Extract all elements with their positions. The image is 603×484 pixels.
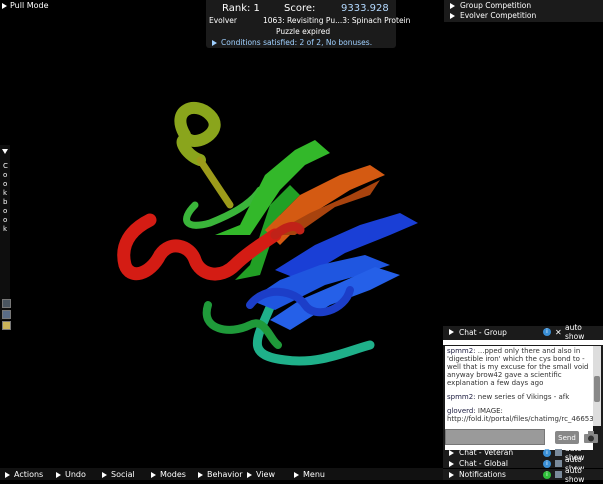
behavior-menu[interactable]: Behavior	[198, 470, 243, 479]
expand-arrow-icon	[449, 460, 454, 467]
evolver-competition-toggle[interactable]: Evolver Competition	[450, 11, 536, 20]
recipe-icon[interactable]	[2, 299, 11, 308]
rank-text: Rank: 1	[222, 3, 260, 14]
info-icon[interactable]: i	[543, 328, 551, 336]
info-icon[interactable]: i	[543, 459, 551, 468]
helix-olive	[174, 102, 221, 166]
chat-header[interactable]: Chat - Group i ✕ auto show	[443, 323, 603, 341]
pull-mode-toggle[interactable]: Pull Mode	[2, 1, 49, 10]
channel-label: Chat - Global	[459, 459, 508, 468]
puzzle-status: Puzzle expired	[276, 27, 331, 36]
score-label: Score:	[284, 3, 316, 14]
auto-show-label: auto show	[565, 323, 585, 341]
expand-arrow-icon	[2, 2, 7, 9]
menu-label: View	[256, 470, 275, 479]
channel-notifications[interactable]: Notifications i auto show	[443, 466, 603, 484]
actions-menu[interactable]: Actions	[5, 470, 43, 479]
scrollbar-thumb[interactable]	[594, 376, 600, 402]
note-icon[interactable]	[2, 321, 11, 330]
menu-label: Modes	[160, 470, 186, 479]
protein-structure[interactable]	[100, 95, 430, 385]
menu-label: Social	[111, 470, 135, 479]
menu-label: Undo	[65, 470, 86, 479]
close-icon[interactable]: ✕	[555, 328, 562, 336]
undo-menu[interactable]: Undo	[56, 470, 86, 479]
social-menu[interactable]: Social	[102, 470, 135, 479]
expand-arrow-icon	[198, 471, 203, 478]
chat-scrollbar[interactable]	[593, 346, 601, 426]
group-competition-toggle[interactable]: Group Competition	[450, 1, 531, 10]
chat-message: new series of Vikings - afk	[477, 393, 570, 401]
chat-user: gloverd:	[447, 407, 476, 415]
cookbook-letter: k	[3, 225, 8, 233]
chat-channel-label: Chat - Group	[459, 327, 507, 337]
competition-label: Evolver Competition	[460, 11, 537, 20]
chat-input[interactable]	[445, 429, 545, 445]
menu-label: Menu	[303, 470, 325, 479]
channel-label: Notifications	[459, 470, 506, 479]
menu-label: Actions	[14, 470, 44, 479]
toggle-icon[interactable]	[555, 471, 562, 478]
expand-arrow-icon	[449, 471, 454, 478]
player-name: Evolver	[209, 16, 237, 25]
info-icon[interactable]: i	[543, 448, 551, 457]
chat-stepper[interactable]: ▲ ▼	[545, 429, 553, 445]
expand-arrow-icon	[294, 471, 299, 478]
expand-arrow-icon	[151, 471, 156, 478]
cookbook-letter: C	[3, 162, 8, 170]
chat-user: spmm2:	[447, 393, 476, 401]
toggle-icon[interactable]	[555, 460, 562, 467]
cookbook-letter: o	[3, 207, 8, 215]
auto-show-label: auto show	[565, 465, 585, 484]
main-menu[interactable]: Menu	[294, 470, 325, 479]
conditions-toggle[interactable]: Conditions satisfied: 2 of 2, No bonuses…	[212, 38, 372, 47]
competition-panel: Group Competition Evolver Competition	[444, 0, 603, 22]
cookbook-letter: k	[3, 189, 8, 197]
expand-arrow-icon	[212, 39, 217, 46]
cookbook-letter: o	[3, 171, 8, 179]
conditions-label: Conditions satisfied: 2 of 2, No bonuses…	[221, 38, 373, 47]
bottom-menu-bar: Actions Undo Social Modes Behavior View …	[0, 468, 443, 480]
expand-arrow-icon	[449, 449, 454, 456]
notification-icon[interactable]: i	[543, 470, 551, 479]
expand-arrow-icon	[247, 471, 252, 478]
divider	[443, 340, 603, 345]
modes-menu[interactable]: Modes	[151, 470, 186, 479]
competition-label: Group Competition	[460, 1, 532, 10]
cookbook-letter: b	[3, 198, 8, 206]
puzzle-name: 1063: Revisiting Pu...3: Spinach Protein	[263, 16, 411, 25]
expand-arrow-icon	[102, 471, 107, 478]
chat-panel: Chat - Group i ✕ auto show spmm2: ...ppe…	[443, 323, 603, 473]
send-button[interactable]: Send	[555, 431, 579, 444]
menu-label: Behavior	[207, 470, 243, 479]
camera-icon[interactable]	[583, 430, 599, 444]
channel-label: Chat - Veteran	[459, 448, 514, 457]
expand-arrow-icon	[450, 2, 455, 9]
script-icon[interactable]	[2, 310, 11, 319]
toggle-icon[interactable]	[555, 449, 562, 456]
chat-user: spmm2:	[447, 347, 476, 355]
view-menu[interactable]: View	[247, 470, 275, 479]
expand-arrow-icon	[5, 471, 10, 478]
collapse-arrow-icon[interactable]	[2, 149, 8, 154]
expand-arrow-icon	[450, 12, 455, 19]
expand-arrow-icon	[56, 471, 61, 478]
cookbook-letter: o	[3, 180, 8, 188]
cookbook-letter: o	[3, 216, 8, 224]
score-value: 9333.928	[341, 3, 389, 14]
pull-mode-label: Pull Mode	[10, 1, 49, 10]
expand-arrow-icon	[449, 329, 454, 335]
loop-olive	[196, 156, 234, 209]
cookbook-sidebar[interactable]: C o o k b o o k	[0, 145, 11, 330]
